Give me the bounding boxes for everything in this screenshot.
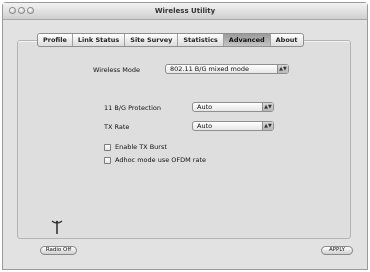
bg-protection-popup[interactable]: Auto ▲▼ — [192, 102, 274, 112]
adhoc-ofdm-label: Adhoc mode use OFDM rate — [115, 156, 207, 164]
wireless-mode-value: 802.11 B/G mixed mode — [170, 65, 249, 73]
radio-off-button[interactable]: Radio Off — [40, 246, 77, 255]
apply-button[interactable]: APPLY — [321, 246, 353, 255]
tx-rate-popup[interactable]: Auto ▲▼ — [192, 121, 274, 131]
tx-rate-value: Auto — [197, 122, 213, 130]
antenna-icon — [51, 220, 63, 234]
tab-advanced[interactable]: Advanced — [223, 34, 271, 46]
enable-tx-burst-label: Enable TX Burst — [115, 143, 167, 151]
title-bar: Wireless Utility — [3, 3, 367, 20]
updown-arrows-icon: ▲▼ — [262, 122, 273, 130]
checkbox-box[interactable] — [104, 143, 111, 151]
tx-rate-label: TX Rate — [104, 123, 130, 131]
checkbox-box[interactable] — [104, 156, 111, 164]
tab-bar: Profile Link Status Site Survey Statisti… — [37, 33, 304, 47]
bg-protection-label: 11 B/G Protection — [104, 104, 161, 112]
enable-tx-burst-checkbox[interactable]: Enable TX Burst — [104, 143, 167, 151]
wireless-mode-popup[interactable]: 802.11 B/G mixed mode ▲▼ — [165, 64, 289, 74]
tab-profile[interactable]: Profile — [38, 34, 73, 46]
tab-site-survey[interactable]: Site Survey — [125, 34, 179, 46]
wireless-mode-label: Wireless Mode — [93, 66, 140, 74]
tab-statistics[interactable]: Statistics — [178, 34, 224, 46]
updown-arrows-icon: ▲▼ — [277, 65, 288, 73]
tab-about[interactable]: About — [271, 34, 303, 46]
window-title: Wireless Utility — [154, 7, 216, 15]
updown-arrows-icon: ▲▼ — [262, 103, 273, 111]
tab-link-status[interactable]: Link Status — [73, 34, 126, 46]
adhoc-ofdm-checkbox[interactable]: Adhoc mode use OFDM rate — [104, 156, 206, 164]
bg-protection-value: Auto — [197, 103, 213, 111]
